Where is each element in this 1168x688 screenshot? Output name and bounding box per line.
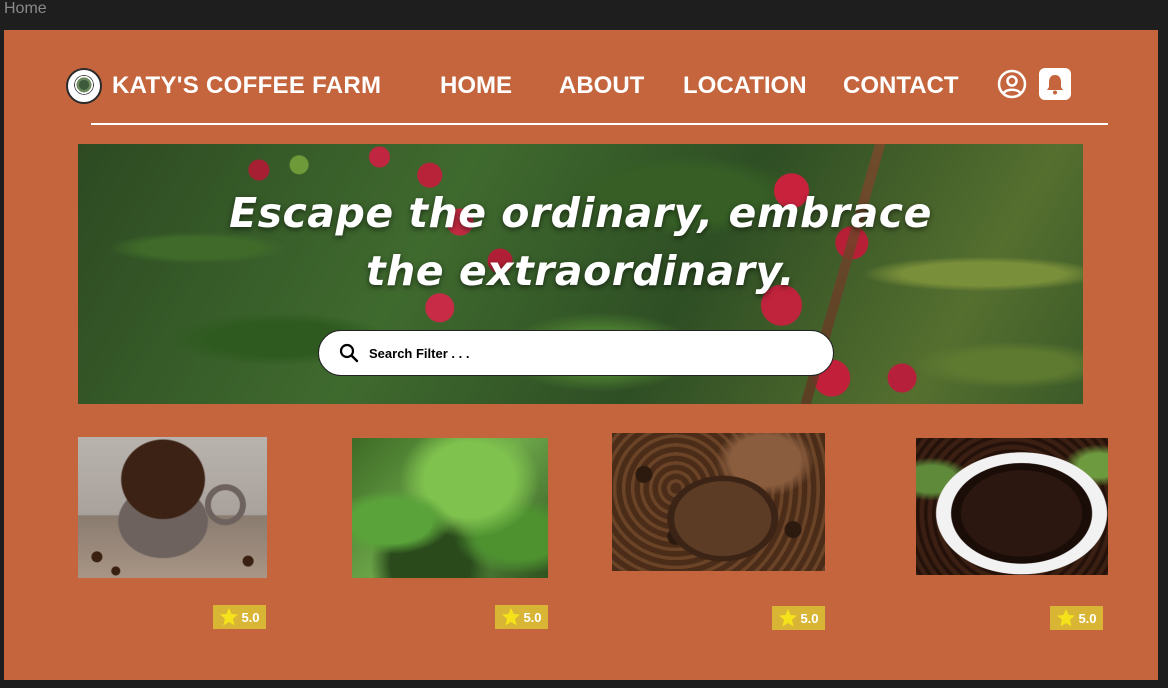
hero-headline: Escape the ordinary, embrace the extraor…: [78, 184, 1083, 300]
star-icon: [1057, 609, 1076, 627]
rating-badge: 5.0: [213, 605, 266, 629]
logo[interactable]: [66, 68, 102, 104]
product-image-roasted-beans[interactable]: [916, 438, 1108, 575]
logo-emblem: [73, 75, 95, 97]
brand-name[interactable]: KATY'S COFFEE FARM: [112, 68, 381, 104]
product-image-coffee-cup[interactable]: [78, 437, 267, 578]
search-icon[interactable]: [339, 343, 359, 363]
user-icon[interactable]: [996, 68, 1028, 100]
rating-value: 5.0: [800, 610, 819, 626]
product-image-coffee-seedlings[interactable]: [352, 438, 548, 578]
nav-location[interactable]: LOCATION: [683, 68, 807, 104]
hero-headline-line1: Escape the ordinary, embrace: [229, 189, 932, 237]
hero-banner: Escape the ordinary, embrace the extraor…: [78, 144, 1083, 404]
rating-value: 5.0: [1078, 610, 1097, 626]
search-input[interactable]: [367, 337, 833, 369]
nav-about[interactable]: ABOUT: [559, 68, 644, 104]
header-divider: [91, 123, 1108, 125]
rating-badge: 5.0: [1050, 606, 1103, 630]
page-frame: KATY'S COFFEE FARM HOME ABOUT LOCATION C…: [4, 30, 1158, 680]
star-icon: [220, 608, 239, 626]
star-icon: [779, 609, 798, 627]
hero-headline-line2: the extraordinary.: [365, 247, 795, 295]
rating-value: 5.0: [523, 609, 542, 625]
star-icon: [502, 608, 521, 626]
nav-contact[interactable]: CONTACT: [843, 68, 959, 104]
nav-home[interactable]: HOME: [440, 68, 512, 104]
notifications-button[interactable]: [1039, 68, 1071, 100]
search-bar[interactable]: [318, 330, 834, 376]
product-image-coffee-beans-bowls[interactable]: [612, 433, 825, 571]
bell-icon: [1047, 75, 1063, 95]
rating-badge: 5.0: [495, 605, 548, 629]
rating-badge: 5.0: [772, 606, 825, 630]
rating-value: 5.0: [241, 609, 260, 625]
window-title: Home: [4, 0, 47, 17]
